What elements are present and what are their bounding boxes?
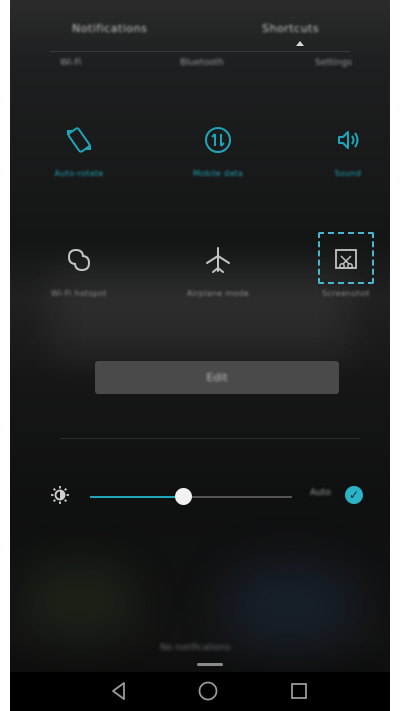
hotspot-icon [67,248,91,272]
auto-rotate-icon [67,127,91,153]
tab-indicator [296,41,304,46]
toggle-mobile-data[interactable]: Mobile data [170,125,266,178]
toggle-label: Sound [334,169,362,178]
quick-settings-panel: Notifications Shortcuts Wi-Fi Bluetooth … [10,0,390,711]
airplane-icon [206,247,230,273]
back-icon[interactable] [108,680,130,702]
drag-handle[interactable] [197,663,223,666]
edit-button[interactable]: Edit [95,361,339,394]
divider [60,438,360,439]
navigation-bar [10,672,390,711]
brightness-slider[interactable] [90,488,292,505]
toggle-label: Mobile data [192,169,244,178]
tile-settings-label[interactable]: Settings [315,58,352,68]
home-icon[interactable] [197,680,219,702]
brightness-slider-fill [90,496,183,498]
brightness-slider-thumb[interactable] [174,488,192,505]
tab-notifications[interactable]: Notifications [72,22,147,35]
toggle-auto-rotate[interactable]: Auto-rotate [31,125,127,178]
tile-bluetooth-label[interactable]: Bluetooth [180,58,224,68]
background-glow [220,560,360,650]
toggle-airplane[interactable]: Airplane mode [170,245,266,298]
tab-shortcuts[interactable]: Shortcuts [262,22,319,35]
toggle-hotspot[interactable]: Wi-Fi hotspot [31,245,127,298]
auto-brightness-label: Auto [310,488,331,498]
background-glow [20,560,140,640]
toggle-sound[interactable]: Sound [300,125,390,178]
recent-apps-icon[interactable] [288,680,310,702]
mobile-data-icon [205,127,231,153]
screenshot-highlight [318,232,374,284]
toggle-label: Wi-Fi hotspot [51,289,107,298]
tab-divider [50,51,350,52]
toggle-label: Airplane mode [186,289,250,298]
brightness-row: Auto ✓ [10,480,390,512]
sound-icon [338,131,359,149]
tile-wifi-label[interactable]: Wi-Fi [60,58,81,68]
brightness-icon [51,486,69,504]
toggle-label: Auto-rotate [54,169,104,178]
toggle-label: Screenshot [322,289,370,298]
edit-button-label: Edit [206,371,228,384]
notification-status-text: No notifications [160,643,231,653]
auto-brightness-checkbox[interactable]: ✓ [345,486,363,504]
